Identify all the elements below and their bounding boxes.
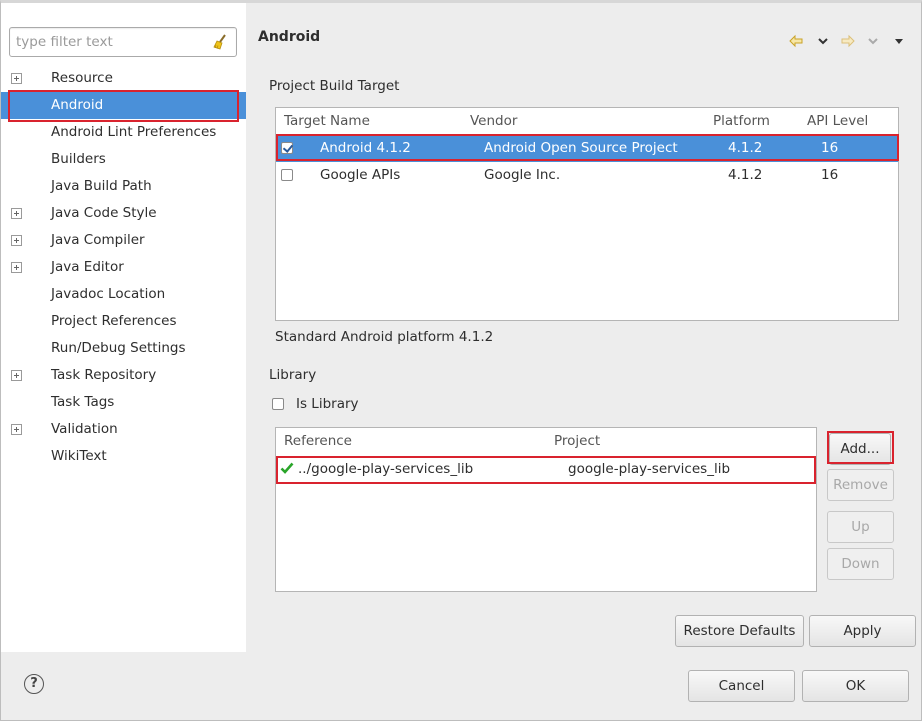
table-row[interactable]: Android 4.1.2 Android Open Source Projec… (276, 135, 898, 162)
target-description: Standard Android platform 4.1.2 (275, 329, 494, 345)
target-checkbox[interactable] (281, 142, 293, 154)
expand-icon[interactable] (11, 73, 22, 84)
clear-filter-icon[interactable] (211, 33, 229, 51)
table-row[interactable]: ../google-play-services_lib google-play-… (276, 456, 816, 483)
tree-item-label: Task Tags (51, 394, 115, 410)
expand-icon[interactable] (11, 370, 22, 381)
remove-library-button[interactable]: Remove (827, 469, 894, 501)
page-title: Android (258, 29, 321, 45)
view-menu-icon[interactable] (891, 33, 907, 49)
tree-item[interactable]: Task Tags (1, 389, 246, 416)
tree-item[interactable]: Builders (1, 146, 246, 173)
restore-defaults-button[interactable]: Restore Defaults (675, 615, 804, 647)
tree-item-label: Java Compiler (51, 232, 145, 248)
target-platform: 4.1.2 (728, 167, 763, 183)
target-platform: 4.1.2 (728, 140, 763, 156)
tree-item[interactable]: Java Compiler (1, 227, 246, 254)
column-header[interactable]: API Level (807, 113, 868, 129)
tree-item-label: Android Lint Preferences (51, 124, 217, 140)
expand-icon[interactable] (11, 424, 22, 435)
target-api-level: 16 (821, 167, 839, 183)
target-name: Google APIs (320, 167, 401, 183)
tree-item-label: Java Code Style (51, 205, 157, 221)
forward-history-chevron-icon[interactable] (865, 33, 881, 49)
column-header[interactable]: Target Name (284, 113, 370, 129)
tree-item-label: Task Repository (51, 367, 157, 383)
column-header[interactable]: Vendor (470, 113, 517, 129)
move-down-button[interactable]: Down (827, 548, 894, 580)
tree-item[interactable]: Task Repository (1, 362, 246, 389)
library-table-header: Reference Project (276, 428, 816, 454)
is-library-checkbox[interactable] (272, 398, 284, 410)
preference-tree: Resource Android Android Lint Preferences B… (1, 65, 246, 470)
tree-item-label: Java Build Path (51, 178, 152, 194)
target-name: Android 4.1.2 (320, 140, 411, 156)
target-api-level: 16 (821, 140, 839, 156)
filter-field[interactable] (9, 27, 237, 57)
library-project: google-play-services_lib (568, 461, 731, 477)
tree-item[interactable]: WikiText (1, 443, 246, 470)
filter-input[interactable] (14, 32, 209, 52)
library-table[interactable]: Reference Project ../google-play-service… (275, 427, 817, 592)
column-header[interactable]: Reference (284, 433, 352, 449)
tree-item-label: Builders (51, 151, 106, 167)
build-target-label: Project Build Target (269, 78, 400, 94)
cancel-button[interactable]: Cancel (688, 670, 795, 702)
tree-item[interactable]: Java Editor (1, 254, 246, 281)
tree-item[interactable]: Project References (1, 308, 246, 335)
tree-item-label: Resource (51, 70, 113, 86)
expand-icon[interactable] (11, 208, 22, 219)
apply-button[interactable]: Apply (809, 615, 916, 647)
help-icon[interactable]: ? (24, 674, 44, 694)
tree-item-label: WikiText (51, 448, 107, 464)
android-item-highlight (8, 90, 239, 122)
table-row[interactable]: Google APIs Google Inc. 4.1.2 16 (276, 162, 898, 189)
tree-item[interactable]: Run/Debug Settings (1, 335, 246, 362)
tree-item[interactable]: Resource (1, 65, 246, 92)
add-library-button[interactable]: Add... (829, 433, 891, 465)
tree-item[interactable]: Android Lint Preferences (1, 119, 246, 146)
preferences-sidebar: ResourceAndroidAndroid Lint PreferencesB… (1, 3, 246, 652)
tree-item[interactable]: Java Build Path (1, 173, 246, 200)
tree-item-label: Java Editor (51, 259, 124, 275)
build-target-table-header: Target Name Vendor Platform API Level (276, 108, 898, 134)
check-icon (280, 462, 294, 474)
tree-item[interactable]: Javadoc Location (1, 281, 246, 308)
column-header[interactable]: Platform (713, 113, 770, 129)
move-up-button[interactable]: Up (827, 511, 894, 543)
column-header[interactable]: Project (554, 433, 600, 449)
library-label: Library (269, 367, 317, 383)
library-reference: ../google-play-services_lib (298, 461, 474, 477)
ok-button[interactable]: OK (802, 670, 909, 702)
forward-arrow-icon[interactable] (840, 33, 856, 49)
back-arrow-icon[interactable] (788, 33, 804, 49)
tree-item[interactable]: Validation (1, 416, 246, 443)
target-checkbox[interactable] (281, 169, 293, 181)
build-target-table[interactable]: Target Name Vendor Platform API Level An… (275, 107, 899, 321)
tree-item[interactable]: Java Code Style (1, 200, 246, 227)
back-history-chevron-icon[interactable] (815, 33, 831, 49)
is-library-label[interactable]: Is Library (296, 396, 359, 412)
expand-icon[interactable] (11, 262, 22, 273)
target-vendor: Android Open Source Project (484, 140, 678, 156)
tree-item-label: Run/Debug Settings (51, 340, 186, 356)
tree-item-label: Validation (51, 421, 118, 437)
tree-item-label: Javadoc Location (51, 286, 166, 302)
tree-item-label: Project References (51, 313, 177, 329)
target-vendor: Google Inc. (484, 167, 561, 183)
expand-icon[interactable] (11, 235, 22, 246)
